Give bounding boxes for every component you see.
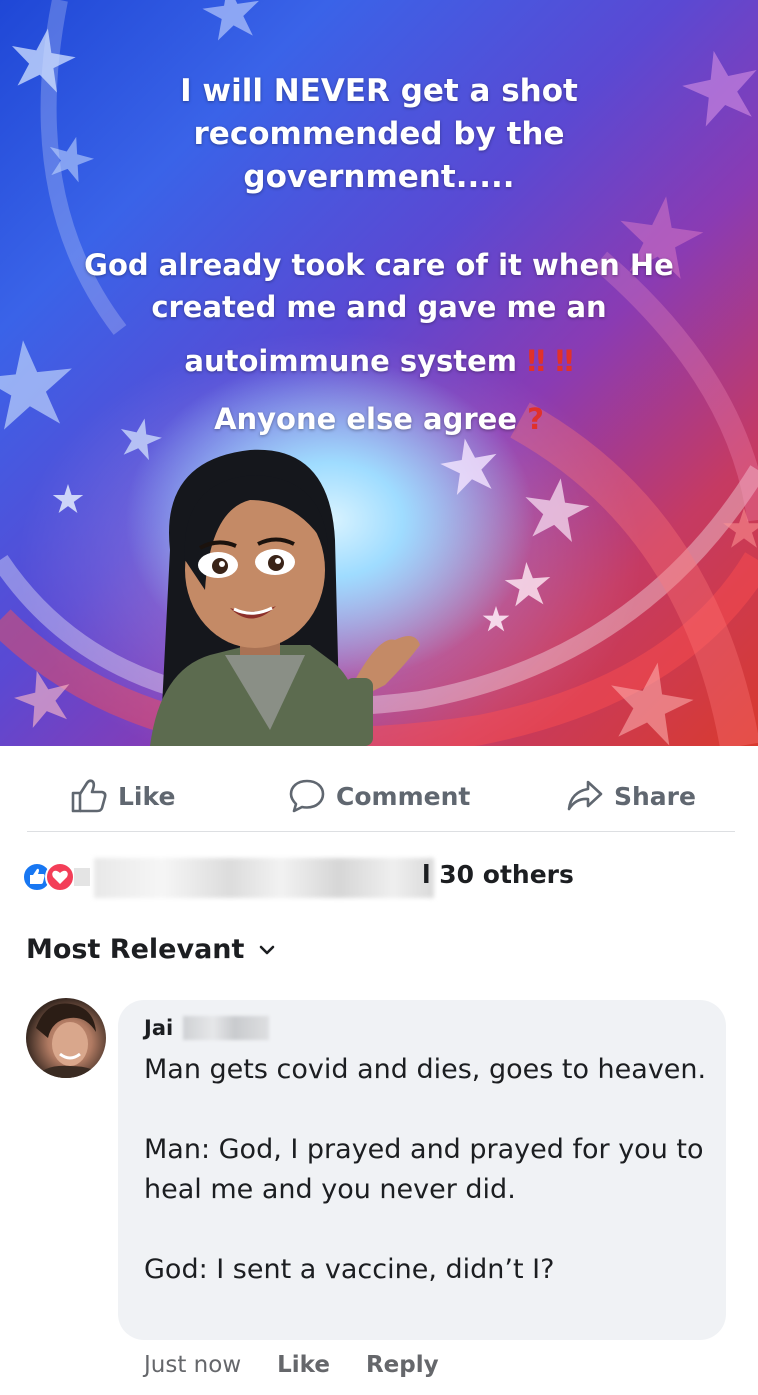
- share-button[interactable]: Share: [566, 778, 696, 814]
- share-arrow-icon: [567, 780, 603, 811]
- divider: [27, 831, 735, 832]
- question-mark-icon: ?: [527, 402, 544, 436]
- profile-photo: [36, 1003, 102, 1078]
- post-text-question-line: Anyone else agree ?: [0, 398, 758, 440]
- blurred-names: [94, 858, 434, 898]
- chevron-down-icon: [260, 945, 275, 954]
- comment-paragraph: Man gets covid and dies, goes to heaven.: [144, 1054, 707, 1085]
- love-reaction-icon: [45, 862, 75, 892]
- reaction-count: l 30 others: [422, 860, 574, 889]
- post-text-line: recommended by the: [193, 116, 565, 152]
- comment-paragraph: God: I sent a vaccine, didn’t I?: [144, 1254, 555, 1285]
- post-image[interactable]: I will NEVER get a shot recommended by t…: [0, 0, 758, 746]
- comment-button[interactable]: Comment: [288, 778, 470, 814]
- post-text-intro: I will NEVER get a shot recommended by t…: [0, 70, 758, 199]
- comment-timestamp: Just now: [144, 1352, 242, 1378]
- comment-reply-button[interactable]: Reply: [366, 1352, 439, 1378]
- reactions-summary[interactable]: l 30 others: [22, 852, 742, 898]
- comment-author[interactable]: Jai: [144, 1016, 270, 1040]
- post-text-body: God already took care of it when He crea…: [0, 244, 758, 328]
- post-text-line: I will NEVER get a shot: [180, 73, 578, 109]
- thumbs-up-icon: [71, 779, 107, 813]
- post-text-line: God already took care of it when He: [84, 248, 674, 282]
- comment-meta: Just now Like Reply: [144, 1352, 439, 1378]
- like-button[interactable]: Like: [70, 778, 175, 814]
- commenter-avatar[interactable]: [26, 998, 106, 1078]
- reaction-icons: [22, 862, 90, 892]
- comment-like-button[interactable]: Like: [277, 1352, 330, 1378]
- post-text-line: Anyone else agree: [214, 402, 517, 436]
- post-action-bar: Like Comment Share: [0, 746, 758, 832]
- speech-bubble-icon: [289, 779, 325, 813]
- comment-label: Comment: [336, 781, 471, 811]
- post-text-line: government.....: [243, 159, 515, 195]
- post-text-line: autoimmune system: [184, 344, 518, 378]
- comment-sort-dropdown[interactable]: Most Relevant: [26, 934, 276, 965]
- comment-paragraph: Man: God, I prayed and prayed for you to…: [144, 1134, 704, 1205]
- post-text-line: created me and gave me an: [151, 290, 607, 324]
- author-name[interactable]: Jai: [144, 1016, 173, 1040]
- double-exclamation-icon: ‼ ‼: [527, 344, 574, 378]
- comment-text: Man gets covid and dies, goes to heaven.…: [144, 1050, 714, 1290]
- share-label: Share: [614, 781, 696, 811]
- avatar-illustration: [150, 449, 420, 746]
- like-label: Like: [118, 781, 176, 811]
- post-text-system-line: autoimmune system ‼ ‼: [0, 340, 758, 382]
- author-name-blurred: [183, 1016, 270, 1040]
- sort-label: Most Relevant: [26, 934, 245, 965]
